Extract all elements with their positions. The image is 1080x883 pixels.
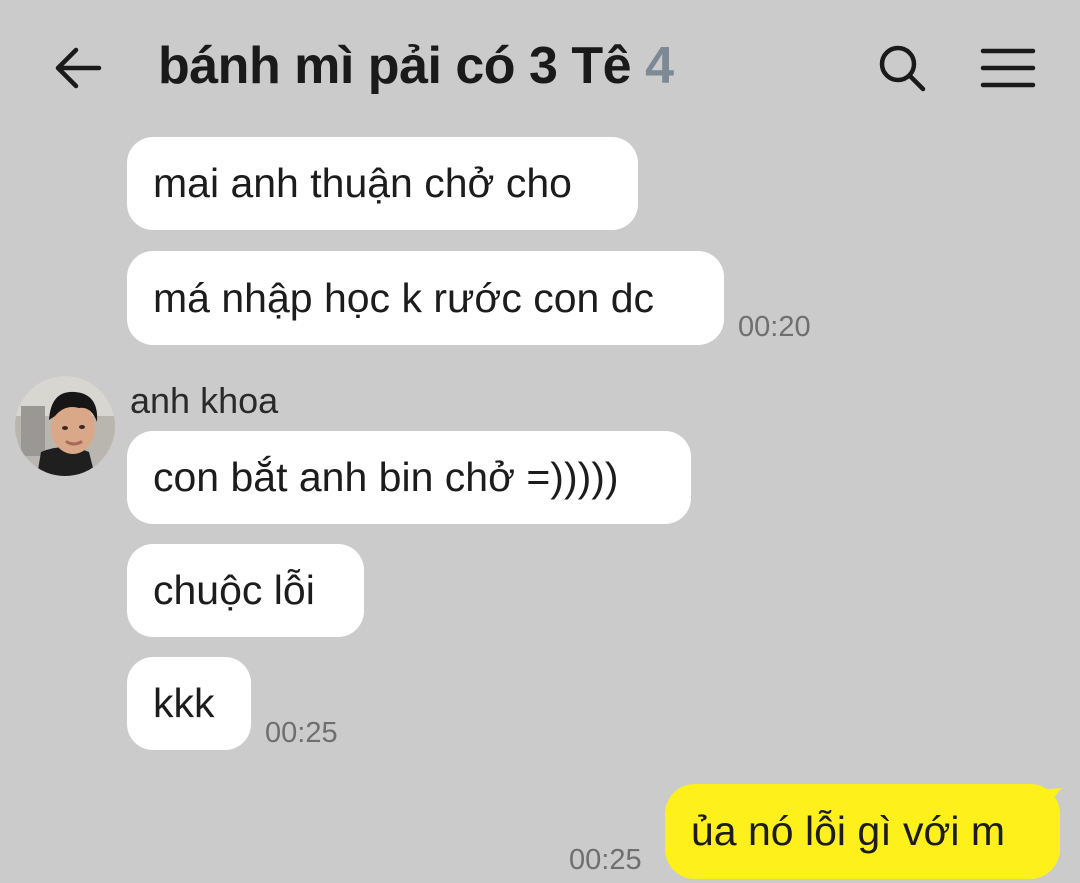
avatar-image xyxy=(15,376,115,476)
search-button[interactable] xyxy=(872,38,932,98)
message-text: chuộc lỗi xyxy=(153,567,315,613)
member-count: 4 xyxy=(645,37,674,95)
arrow-left-icon xyxy=(55,47,102,89)
menu-button[interactable] xyxy=(976,38,1040,98)
message-text: ủa nó lỗi gì với m xyxy=(691,808,1006,854)
chat-header: bánh mì pải có 3 Tê 4 xyxy=(0,0,1080,130)
message-text: con bắt anh bin chở =))))) xyxy=(153,454,619,500)
sender-name: anh khoa xyxy=(130,380,279,421)
message-bubble[interactable]: con bắt anh bin chở =))))) xyxy=(127,431,691,524)
search-icon xyxy=(879,45,926,92)
message-bubble[interactable]: kkk xyxy=(127,657,251,750)
message-timestamp: 00:20 xyxy=(738,311,811,343)
message-text: mai anh thuận chở cho xyxy=(153,160,572,206)
avatar[interactable] xyxy=(15,376,115,476)
chat-title: bánh mì pải có 3 Tê 4 xyxy=(158,36,674,96)
message-timestamp: 00:25 xyxy=(265,717,338,749)
message-bubble[interactable]: chuộc lỗi xyxy=(127,544,364,637)
message-bubble[interactable]: mai anh thuận chở cho xyxy=(127,137,638,230)
message-text: má nhập học k rước con dc xyxy=(153,274,655,321)
hamburger-menu-icon xyxy=(980,48,1036,88)
message-text: kkk xyxy=(153,680,215,726)
group-name: bánh mì pải có 3 Tê xyxy=(158,37,632,95)
back-button[interactable] xyxy=(48,40,106,96)
message-bubble[interactable]: má nhập học k rước con dc xyxy=(127,251,724,345)
my-message-bubble[interactable]: ủa nó lỗi gì với m xyxy=(665,784,1060,879)
bubble-tail xyxy=(1038,788,1062,814)
message-timestamp: 00:25 xyxy=(569,844,642,876)
